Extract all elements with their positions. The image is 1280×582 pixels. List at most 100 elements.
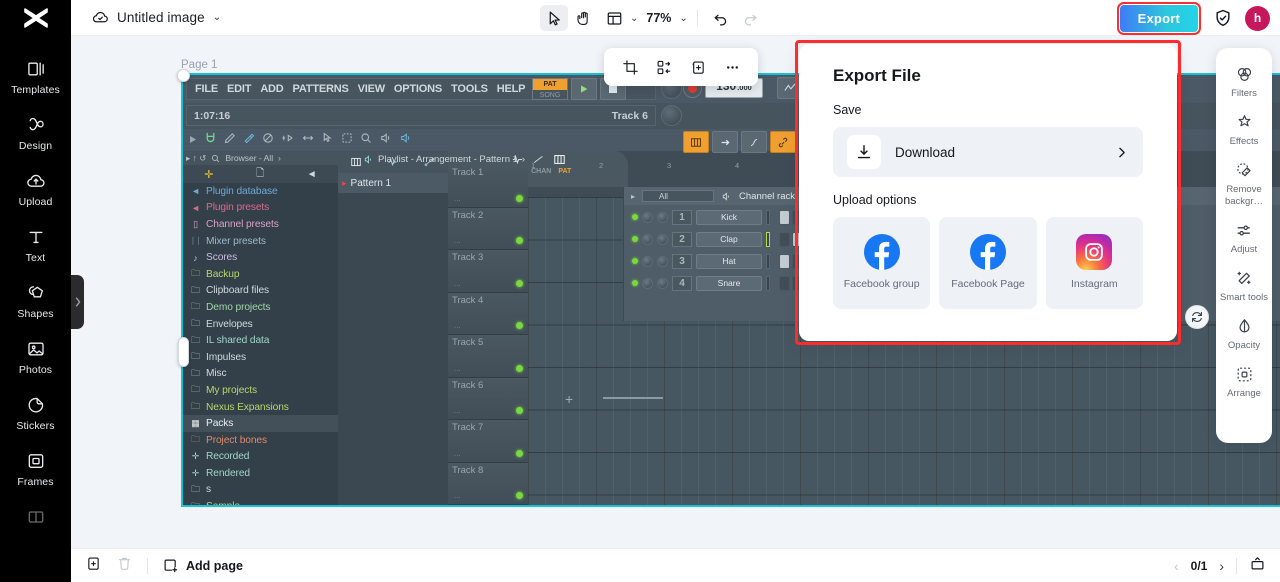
rail-item-label: Adjust xyxy=(1230,243,1258,255)
sidebar-item-stickers[interactable]: Stickers xyxy=(0,386,71,442)
fl-speaker-icon xyxy=(364,155,371,164)
fl-channel-pan-knob xyxy=(642,277,653,289)
undo-button[interactable] xyxy=(707,5,735,31)
sync-button[interactable] xyxy=(1185,305,1209,329)
sidebar-item-design[interactable]: Design xyxy=(0,106,71,162)
fl-browser-item-label: Demo projects xyxy=(206,301,271,313)
fl-channel-name: Hat xyxy=(696,253,762,269)
rail-item-remove-background[interactable]: Remove backgr… xyxy=(1216,154,1272,213)
selection-handle-left[interactable] xyxy=(178,337,189,367)
fl-browser-item: 🗀 IL shared data xyxy=(183,332,338,349)
fl-add-icon: ✛ xyxy=(204,168,214,181)
sidebar-item-photos[interactable]: Photos xyxy=(0,330,71,386)
rail-item-label: Effects xyxy=(1229,136,1259,148)
next-page-button[interactable]: › xyxy=(1219,558,1224,574)
fl-pencil-icon xyxy=(224,131,236,149)
redo-button[interactable] xyxy=(737,5,765,31)
fl-browser-item-label: Nexus Expansions xyxy=(206,401,289,413)
instagram-icon xyxy=(1076,234,1113,271)
fl-track-header: Track 5... xyxy=(448,335,528,378)
rail-item-smart-tools[interactable]: Smart tools xyxy=(1216,262,1272,310)
fl-song-label: SONG xyxy=(539,92,561,99)
fl-browser-item-label: Backup xyxy=(206,268,240,280)
more-options-button[interactable] xyxy=(718,53,746,81)
top-bar: Untitled image ⌄ ⌄ 77% ⌄ Export h xyxy=(0,0,1280,36)
rail-item-filters[interactable]: Filters xyxy=(1216,58,1272,106)
fl-track-headers: Track 1... Track 2... Track 3... Track 4...… xyxy=(448,165,528,505)
fl-speaker-icon: ◄ xyxy=(306,168,317,180)
select-tool-button[interactable] xyxy=(540,5,568,31)
fl-track-header: Track 4... xyxy=(448,292,528,335)
fl-browser-item-icon: 🗀 xyxy=(191,268,200,279)
fl-track-label: Track 4 xyxy=(452,294,484,306)
fl-channel-number: 3 xyxy=(672,253,692,269)
fl-stepseq-button xyxy=(683,131,709,153)
sidebar-item-shapes[interactable]: Shapes xyxy=(0,274,71,330)
export-button[interactable]: Export xyxy=(1119,4,1198,32)
prev-page-button[interactable]: ‹ xyxy=(1174,558,1179,574)
document-chip[interactable]: Untitled image ⌄ xyxy=(92,9,221,26)
fl-browser-item: 🗀 Sample xyxy=(183,498,338,505)
sidebar-item-templates[interactable]: Templates xyxy=(0,50,71,106)
add-page-button[interactable]: Add page xyxy=(162,557,243,574)
fl-browser-item-label: Sample xyxy=(206,501,240,505)
fl-browser-item: ♪ Scores xyxy=(183,249,338,266)
rail-item-effects[interactable]: Effects xyxy=(1216,106,1272,154)
object-toolbar xyxy=(604,48,758,86)
download-icon xyxy=(857,145,871,159)
sidebar-item-text[interactable]: Text xyxy=(0,218,71,274)
sidebar-item-upload[interactable]: Upload xyxy=(0,162,71,218)
present-button[interactable] xyxy=(1249,555,1266,577)
rail-item-opacity[interactable]: Opacity xyxy=(1216,310,1272,358)
chevron-right-icon xyxy=(1119,147,1125,157)
duplicate-button[interactable] xyxy=(684,53,712,81)
fl-zoom-slider xyxy=(603,397,663,399)
shield-check-icon[interactable] xyxy=(1213,8,1233,28)
avatar[interactable]: h xyxy=(1245,5,1270,31)
sidebar-item-frames[interactable]: Frames xyxy=(0,442,71,498)
fl-browser-item-icon: ◄ xyxy=(191,202,200,213)
fl-track-led xyxy=(516,364,523,372)
fl-browser-item-icon: ᛁᛁ xyxy=(190,236,201,247)
selection-handle-top-left[interactable] xyxy=(177,69,190,82)
search-icon xyxy=(212,154,220,162)
fl-track-header: Track 3... xyxy=(448,250,528,293)
flip-rotate-button[interactable] xyxy=(650,53,678,81)
app-logo[interactable] xyxy=(0,0,71,36)
fl-browser-tools: ✛ 🗋 ◄ xyxy=(183,165,338,183)
duplicate-page-button[interactable] xyxy=(85,555,102,577)
fl-channel-led xyxy=(632,258,638,264)
fl-channel-separator xyxy=(766,231,770,247)
fl-browser-item: 🗀 Envelopes xyxy=(183,316,338,333)
rail-item-label: Opacity xyxy=(1227,340,1261,352)
undo-icon xyxy=(714,14,727,26)
upload-option-instagram[interactable]: Instagram xyxy=(1045,217,1143,309)
delete-page-button[interactable] xyxy=(116,555,133,577)
zoom-chevron-down-icon[interactable]: ⌄ xyxy=(679,13,687,24)
fl-browser-item: ▯ Channel presets xyxy=(183,216,338,233)
present-icon xyxy=(1251,556,1264,569)
sidebar-item-more[interactable] xyxy=(0,498,71,537)
rail-item-arrange[interactable]: Arrange xyxy=(1216,358,1272,406)
upload-option-facebook-group[interactable]: Facebook group xyxy=(833,217,931,309)
divider xyxy=(696,10,698,26)
stickers-icon xyxy=(28,397,43,413)
fl-volume-icon xyxy=(379,131,392,149)
hand-tool-button[interactable] xyxy=(570,5,598,31)
zoom-level[interactable]: 77% xyxy=(640,11,677,25)
hand-pan-icon xyxy=(576,11,588,25)
link-icon xyxy=(778,137,788,147)
sidebar-collapse-handle[interactable] xyxy=(71,275,84,329)
download-option-row[interactable]: Download xyxy=(833,127,1143,177)
rail-item-label: Remove backgr… xyxy=(1224,184,1263,207)
rail-item-adjust[interactable]: Adjust xyxy=(1216,214,1272,262)
crop-button[interactable] xyxy=(616,53,644,81)
fl-browser-item: 🗀 Impulses xyxy=(183,349,338,366)
fl-browser-item-icon: 🗀 xyxy=(191,483,200,494)
upload-option-facebook-page[interactable]: Facebook Page xyxy=(939,217,1037,309)
layout-chevron-down-icon[interactable]: ⌄ xyxy=(630,13,638,24)
chevron-down-icon[interactable]: ⌄ xyxy=(213,12,221,23)
fl-browser-item-label: My projects xyxy=(206,384,257,396)
fl-menu-item: HELP xyxy=(496,83,526,95)
layout-button[interactable] xyxy=(600,5,628,31)
